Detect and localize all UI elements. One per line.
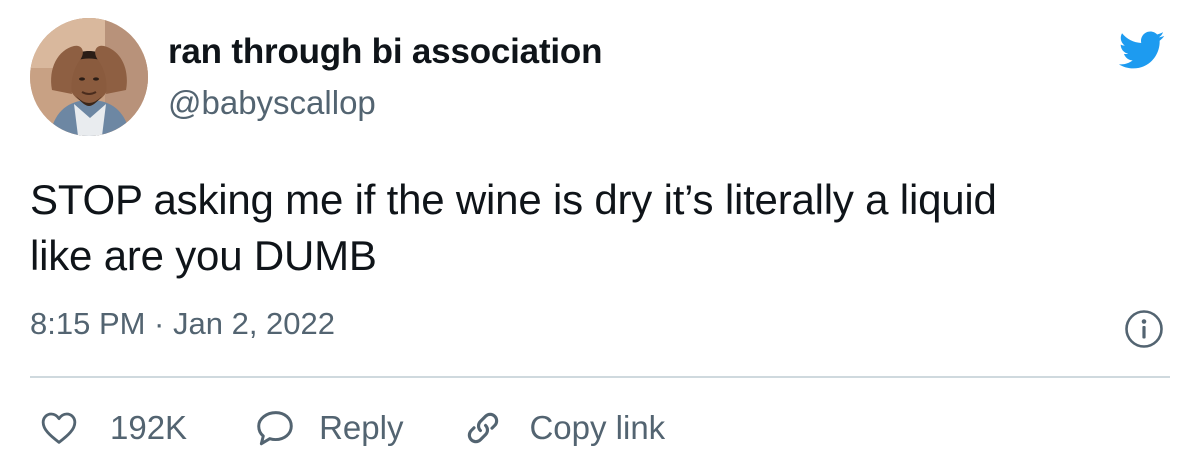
like-button[interactable]: 192K — [38, 408, 187, 448]
copy-link-label: Copy link — [529, 409, 666, 446]
tweet-text: STOP asking me if the wine is dry it’s l… — [30, 172, 1170, 284]
action-bar: 192K Reply Copy link — [30, 398, 665, 458]
link-icon — [461, 406, 505, 450]
reply-button[interactable]: Reply — [253, 407, 403, 449]
twitter-bird-icon[interactable] — [1112, 26, 1170, 74]
profile-photo-icon — [30, 18, 148, 136]
tweet-card: ran through bi association @babyscallop … — [0, 0, 1200, 472]
tweet-timestamp[interactable]: 8:15 PM · Jan 2, 2022 — [30, 306, 335, 342]
copy-link-button[interactable]: Copy link — [461, 406, 665, 450]
like-count: 192K — [110, 409, 188, 446]
speech-bubble-icon — [253, 407, 297, 449]
heart-icon — [38, 408, 80, 448]
reply-label: Reply — [319, 409, 404, 446]
author-display-name[interactable]: ran through bi association — [168, 32, 602, 72]
divider — [30, 376, 1170, 378]
tweet-text-line: like are you DUMB — [30, 232, 377, 279]
avatar[interactable] — [30, 18, 148, 136]
tweet-text-line: STOP asking me if the wine is dry it’s l… — [30, 176, 997, 223]
author-handle[interactable]: @babyscallop — [168, 84, 376, 122]
info-icon[interactable] — [1124, 309, 1164, 349]
